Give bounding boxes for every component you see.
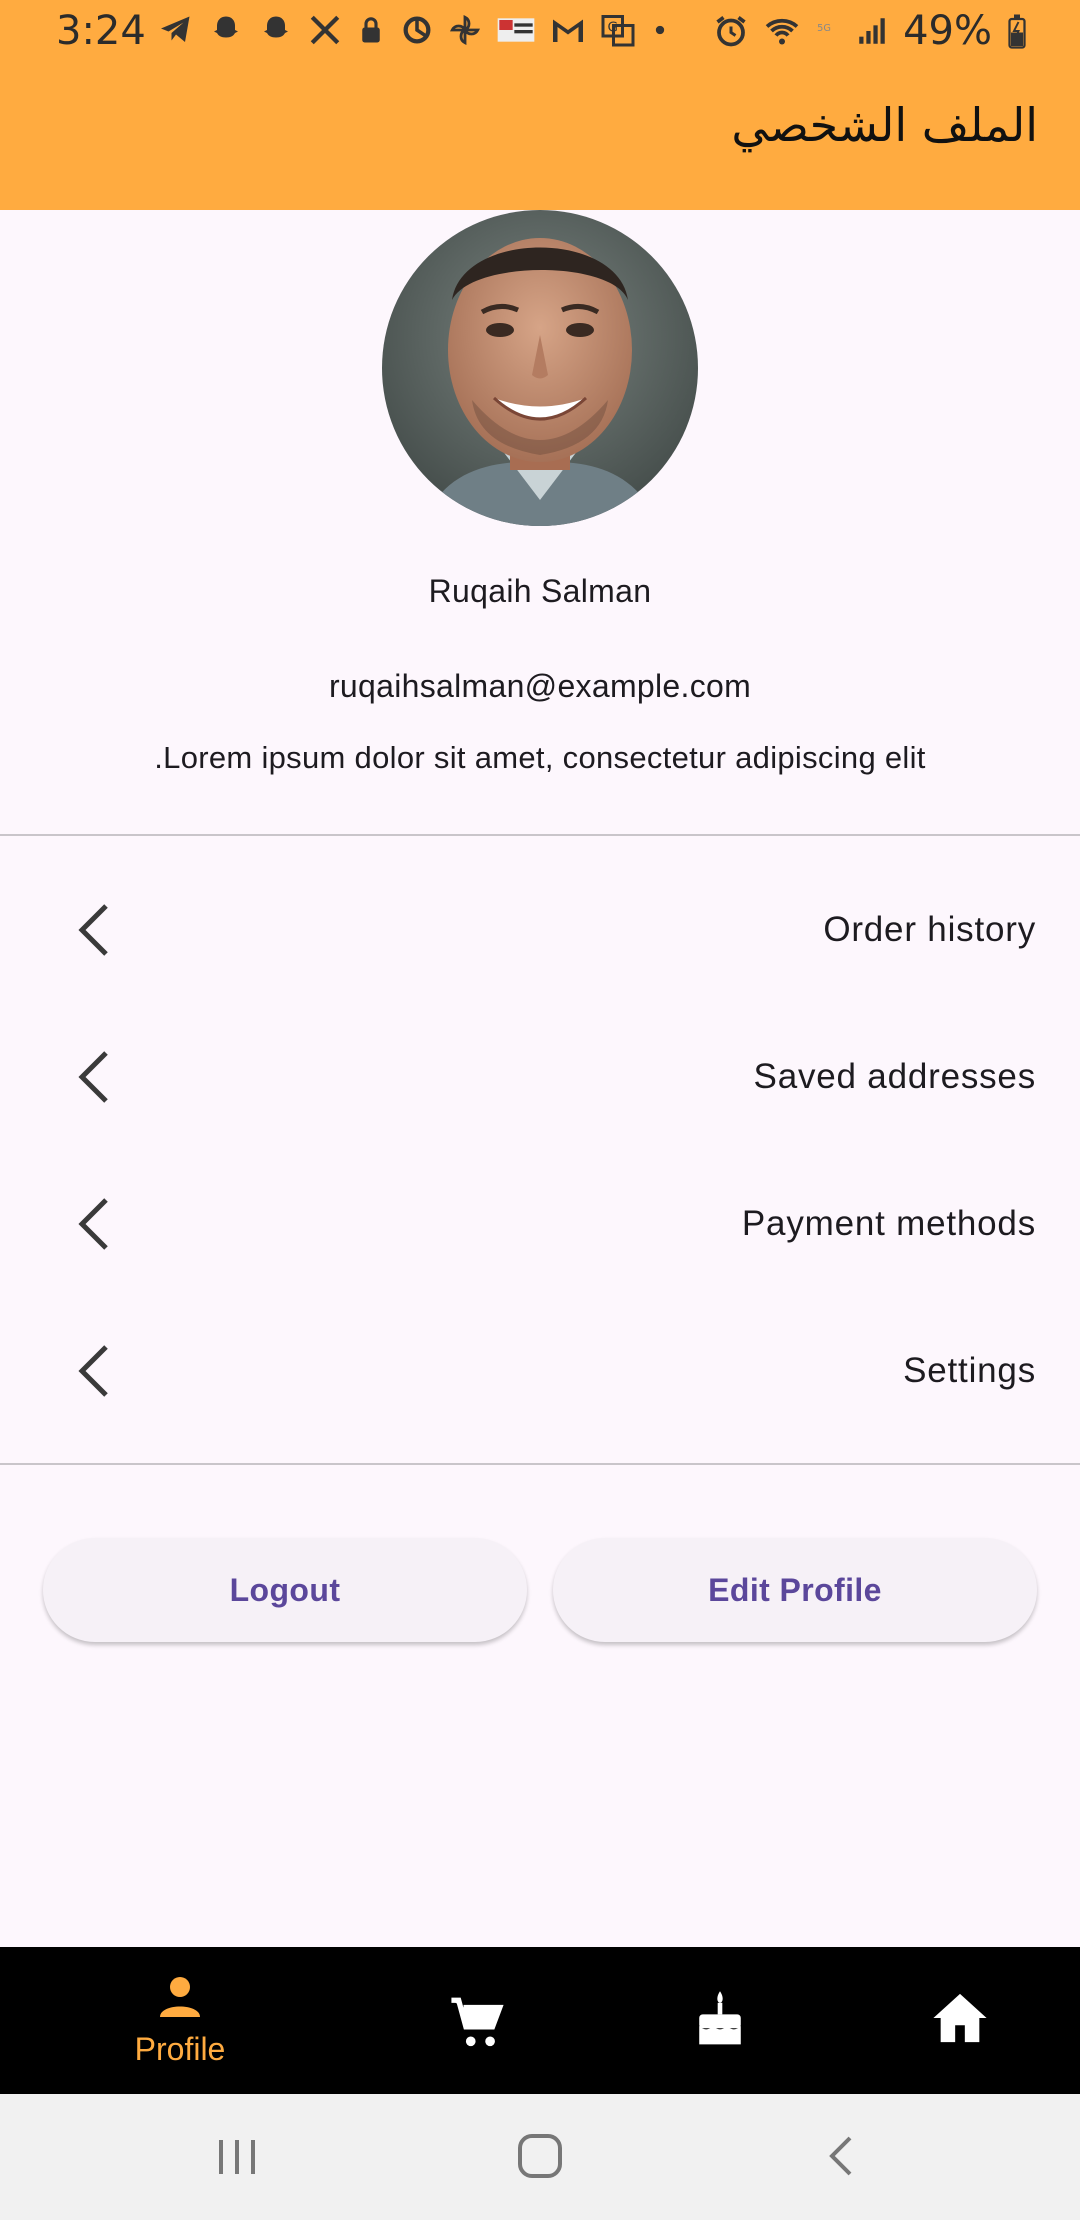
home-circle-icon[interactable] bbox=[516, 2130, 564, 2182]
nav-item-profile[interactable]: Profile bbox=[80, 1947, 280, 2094]
alarm-icon bbox=[716, 16, 746, 47]
status-time: 3:24 bbox=[56, 8, 146, 54]
snapchat-icon bbox=[264, 16, 288, 38]
translate-icon: G bbox=[601, 15, 635, 47]
profile-email: ruqaihsalman@example.com bbox=[328, 668, 752, 704]
menu-item-label: Order history bbox=[823, 909, 1036, 949]
lock-icon bbox=[362, 17, 380, 43]
nav-item-cart[interactable] bbox=[378, 1947, 578, 2094]
svg-text:5G: 5G bbox=[817, 23, 831, 34]
x-icon bbox=[310, 15, 340, 45]
telegram-icon bbox=[161, 16, 190, 42]
person-icon bbox=[160, 1977, 200, 2017]
menu-item-settings[interactable]: Settings bbox=[0, 1297, 1080, 1444]
chevron-left-icon bbox=[78, 1050, 108, 1103]
menu-item-payment-methods[interactable]: Payment methods bbox=[0, 1150, 1080, 1297]
bottom-navigation: Profile bbox=[0, 1947, 1080, 2094]
battery-percent: 49% bbox=[903, 8, 992, 54]
cake-icon bbox=[699, 1991, 741, 2045]
profile-name: Ruqaih Salman bbox=[428, 573, 652, 609]
menu-item-saved-addresses[interactable]: Saved addresses bbox=[0, 1003, 1080, 1150]
menu-item-label: Settings bbox=[903, 1350, 1036, 1390]
battery-charging-icon bbox=[1008, 14, 1026, 49]
snapchat-icon bbox=[214, 16, 238, 38]
5g-icon: 5G bbox=[817, 23, 831, 34]
sync-icon bbox=[403, 16, 431, 44]
gmail-icon bbox=[553, 19, 583, 42]
chevron-left-icon bbox=[78, 903, 108, 956]
notification-icons: G bbox=[158, 12, 670, 48]
back-icon[interactable] bbox=[824, 2130, 860, 2182]
status-bar: 3:24 G 5G 49% bbox=[0, 0, 1080, 64]
system-status-icons: 5G 49% bbox=[713, 8, 1028, 54]
system-navigation-bar bbox=[0, 2094, 1080, 2220]
nav-label-profile: Profile bbox=[134, 2031, 226, 2067]
menu-item-order-history[interactable]: Order history bbox=[0, 856, 1080, 1003]
menu-item-label: Saved addresses bbox=[753, 1056, 1036, 1096]
nav-item-home[interactable] bbox=[860, 1947, 1060, 2094]
cart-icon bbox=[451, 1997, 504, 2047]
dot-icon bbox=[655, 25, 665, 35]
edit-profile-button[interactable]: Edit Profile bbox=[553, 1538, 1037, 1642]
logout-button[interactable]: Logout bbox=[43, 1538, 527, 1642]
avatar bbox=[382, 210, 698, 526]
chevron-left-icon bbox=[78, 1344, 108, 1397]
app-badge-icon bbox=[497, 18, 535, 42]
recents-icon[interactable] bbox=[215, 2130, 259, 2182]
wifi-icon bbox=[765, 18, 799, 45]
divider bbox=[0, 1463, 1080, 1465]
signal-icon bbox=[859, 18, 885, 44]
svg-text:G: G bbox=[608, 20, 618, 36]
chevron-left-icon bbox=[78, 1197, 108, 1250]
app-bar: الملف الشخصي bbox=[0, 64, 1080, 210]
nav-item-cakes[interactable] bbox=[620, 1947, 820, 2094]
page-title: الملف الشخصي bbox=[731, 98, 1038, 152]
pinwheel-icon bbox=[449, 14, 481, 46]
divider bbox=[0, 834, 1080, 836]
home-icon bbox=[933, 1993, 987, 2043]
person-photo bbox=[382, 210, 698, 526]
menu-item-label: Payment methods bbox=[741, 1203, 1036, 1243]
profile-bio: .Lorem ipsum dolor sit amet, consectetur… bbox=[154, 740, 926, 775]
